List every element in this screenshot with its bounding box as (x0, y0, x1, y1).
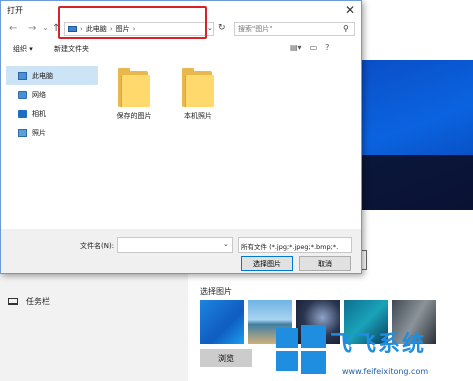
address-dropdown-icon[interactable]: ⌄ (207, 24, 213, 32)
folder-icon (116, 67, 152, 107)
sidebar-item-photos[interactable]: 照片 (6, 123, 98, 142)
search-icon[interactable]: ⚲ (343, 24, 349, 33)
view-options-icon[interactable]: ▤▾ (290, 43, 302, 52)
sidebar-item-camera[interactable]: 相机 (6, 104, 98, 123)
folder-item[interactable]: 保存的图片 (104, 67, 164, 121)
sidebar-item-network[interactable]: 网络 (6, 85, 98, 104)
windows-logo-icon (276, 324, 326, 374)
dialog-toolbar: 组织 ▾ 新建文件夹 ▤▾ ▭ ? (1, 41, 361, 57)
computer-icon (18, 71, 27, 80)
taskbar-label: 任务栏 (26, 297, 50, 306)
watermark-text: 飞飞系统 (330, 332, 427, 357)
filename-input[interactable] (117, 237, 233, 253)
close-icon[interactable]: ✕ (345, 3, 355, 17)
new-folder-button[interactable]: 新建文件夹 (54, 44, 89, 54)
view-controls: ▤▾ ▭ ? (290, 43, 329, 52)
navigation-pane: 此电脑 网络 相机 照片 (6, 66, 98, 142)
folder-item[interactable]: 本机照片 (168, 67, 228, 121)
taskbar-icon (8, 298, 18, 305)
forward-arrow-icon[interactable]: → (28, 23, 36, 34)
sidebar-item-label: 此电脑 (32, 71, 53, 80)
desktop-preview (360, 60, 473, 210)
cancel-button[interactable]: 取消 (299, 256, 351, 271)
folder-label: 保存的图片 (116, 112, 152, 120)
back-arrow-icon[interactable]: ← (9, 23, 17, 34)
sidebar-item-label: 网络 (32, 90, 46, 99)
organize-button[interactable]: 组织 ▾ (13, 44, 33, 54)
filename-dropdown-icon[interactable]: ⌄ (223, 240, 229, 248)
recent-locations-icon[interactable]: ⌄ (42, 23, 49, 32)
picture-thumbnail[interactable] (200, 300, 244, 344)
sidebar-item-label: 照片 (32, 128, 46, 137)
help-icon[interactable]: ? (325, 43, 329, 52)
choose-picture-label: 选择图片 (200, 287, 232, 296)
network-icon (18, 90, 27, 99)
browse-button[interactable]: 浏览 (200, 349, 252, 367)
folder-icon (180, 67, 216, 107)
sidebar-item-this-pc[interactable]: 此电脑 (6, 66, 98, 85)
sidebar-item-label: 相机 (32, 109, 46, 118)
search-input[interactable] (234, 22, 355, 36)
folder-label: 本机照片 (184, 112, 212, 120)
address-highlight-box (58, 6, 207, 39)
filename-label: 文件名(N): (80, 242, 115, 250)
dialog-shadow-edge (362, 250, 367, 270)
watermark: 飞飞系统 www.feifeixitong.com (276, 318, 473, 381)
file-type-select[interactable]: 所有文件 (*.jpg;*.jpeg;*.bmp;*. (238, 237, 352, 253)
dialog-footer: 文件名(N): ⌄ 所有文件 (*.jpg;*.jpeg;*.bmp;*. 选择… (1, 229, 361, 273)
file-open-dialog: 打开 ✕ ← → ⌄ ↑ › 此电脑 › 图片 › ⌄ ↻ ⚲ 组织 ▾ 新建文… (0, 0, 362, 274)
dialog-title: 打开 (7, 6, 23, 15)
photos-icon (18, 128, 27, 137)
preview-pane-icon[interactable]: ▭ (310, 43, 318, 52)
select-picture-button[interactable]: 选择图片 (241, 256, 293, 271)
refresh-icon[interactable]: ↻ (218, 23, 226, 33)
settings-nav-taskbar[interactable]: 任务栏 (8, 296, 50, 307)
camera-icon (18, 109, 27, 118)
watermark-url: www.feifeixitong.com (342, 367, 429, 376)
